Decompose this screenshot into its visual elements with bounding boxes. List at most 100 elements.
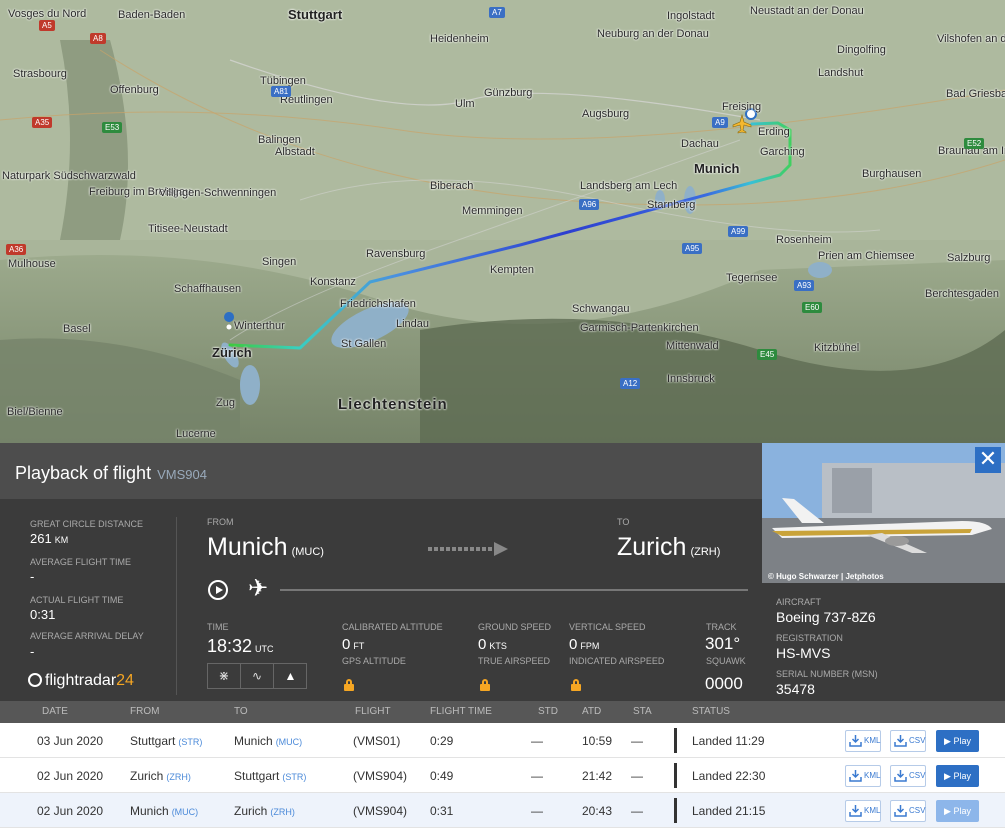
map-label: Konstanz (310, 276, 356, 288)
flightradar24-logo: flightradar24 (28, 672, 134, 690)
from-label: FROM (207, 517, 234, 527)
avg-flight-time-value: - (30, 569, 35, 584)
map-label: Bad Griesbach (946, 88, 1005, 100)
flight-map[interactable]: Stuttgart Baden-Baden Heidenheim Ingolstadt… (0, 0, 1005, 446)
row-flight-time: 0:31 (430, 804, 454, 818)
altitude-graph-button[interactable]: ▲ (274, 664, 307, 688)
map-label: Schwangau (572, 303, 630, 315)
row-flight-time: 0:29 (430, 734, 454, 748)
time-label: TIME (207, 622, 229, 632)
map-label: Schaffhausen (174, 283, 242, 295)
map-label: Neustadt an der Donau (750, 5, 864, 17)
map-label: Ulm (455, 98, 475, 110)
map-label: Salzburg (947, 252, 991, 264)
map-label: Prien am Chiemsee (818, 250, 915, 262)
download-csv-button[interactable]: CSV (890, 800, 927, 822)
map-label: Basel (63, 323, 91, 335)
map-label: Biberach (430, 180, 474, 192)
map-label: Landsberg am Lech (580, 180, 678, 192)
row-from[interactable]: Munich (MUC) (130, 804, 198, 818)
close-button[interactable]: ✕ (975, 447, 1001, 473)
logo-number: 24 (116, 672, 134, 689)
download-csv-button[interactable]: CSV (890, 765, 927, 787)
download-csv-button[interactable]: CSV (890, 730, 927, 752)
map-label: St Gallen (341, 338, 387, 350)
road-shield: A99 (728, 226, 749, 237)
download-icon (849, 770, 862, 782)
play-flight-button[interactable]: ▶ Play (936, 765, 979, 787)
indicated-airspeed-lock-icon[interactable] (571, 679, 581, 691)
road-shield: A12 (620, 378, 641, 389)
photo-credit[interactable]: © Hugo Schwarzer | Jetphotos (768, 572, 884, 581)
msn-label: SERIAL NUMBER (MSN) (776, 669, 878, 679)
column-header: DATE (42, 706, 68, 717)
row-to[interactable]: Munich (MUC) (234, 734, 302, 748)
avg-arrival-delay-value: - (30, 644, 35, 659)
table-row[interactable]: 03 Jun 2020 Stuttgart (STR) Munich (MUC) (VMS… (0, 723, 1005, 758)
map-label: Garching (760, 146, 805, 158)
gps-altitude-label: GPS ALTITUDE (342, 656, 406, 666)
map-label: Berchtesgaden (925, 288, 999, 300)
column-header: ATD (582, 706, 602, 717)
ground-speed-label: GROUND SPEED (478, 622, 552, 632)
play-flight-button[interactable]: ▶ Play (936, 730, 979, 752)
true-airspeed-lock-icon[interactable] (480, 679, 490, 691)
road-shield: E53 (102, 122, 123, 133)
download-kml-button[interactable]: KML (845, 730, 882, 752)
column-header: TO (234, 706, 248, 717)
registration-value: HS-MVS (776, 645, 831, 661)
row-from[interactable]: Stuttgart (STR) (130, 734, 202, 748)
playback-slider[interactable] (280, 589, 748, 591)
route-view-button[interactable]: ∿ (241, 664, 274, 688)
map-label: Rosenheim (776, 234, 832, 246)
play-flight-button[interactable]: ▶ Play (936, 800, 979, 822)
road-shield: A35 (32, 117, 53, 128)
distance-label: GREAT CIRCLE DISTANCE (30, 519, 144, 529)
compress-icon: ⋇ (218, 668, 230, 683)
row-to[interactable]: Zurich (ZRH) (234, 804, 295, 818)
msn-value: 35478 (776, 681, 815, 697)
table-header: DATE FROM TO FLIGHT FLIGHT TIME STD ATD STA STAT… (0, 701, 1005, 723)
download-icon (894, 770, 907, 782)
ground-speed-value: 0 KTS (478, 636, 507, 653)
map-label: Burghausen (862, 168, 922, 180)
column-header: STD (538, 706, 558, 717)
route-arrow-icon (428, 542, 513, 556)
flight-history-table: DATE FROM TO FLIGHT FLIGHT TIME STD ATD STA STAT… (0, 701, 1005, 829)
aircraft-photo[interactable]: ✕ © Hugo Schwarzer | Jetphotos (762, 443, 1005, 583)
row-sta: — (631, 804, 643, 818)
road-shield: E45 (757, 349, 778, 360)
play-button[interactable] (208, 580, 228, 600)
true-airspeed-label: TRUE AIRSPEED (478, 656, 551, 666)
table-row[interactable]: 02 Jun 2020 Munich (MUC) Zurich (ZRH) (VMS904… (0, 793, 1005, 828)
gps-altitude-lock-icon[interactable] (344, 679, 354, 691)
map-label: Freising (722, 101, 762, 113)
download-kml-button[interactable]: KML (845, 800, 882, 822)
view-mode-buttons: ⋇ ∿ ▲ (207, 663, 307, 689)
map-label: Naturpark Südschwarzwald (2, 170, 136, 182)
playback-airplane-icon[interactable]: ✈ (248, 577, 268, 601)
map-label: Balingen (258, 134, 301, 146)
row-std: — (531, 804, 543, 818)
map-label: Mittenwald (666, 340, 719, 352)
map-label: Strasbourg (13, 68, 67, 80)
map-label: Memmingen (462, 205, 523, 217)
download-icon (894, 735, 907, 747)
row-flight[interactable]: (VMS904) (353, 769, 407, 783)
row-to[interactable]: Stuttgart (STR) (234, 769, 306, 783)
row-from[interactable]: Zurich (ZRH) (130, 769, 191, 783)
map-label: Stuttgart (288, 7, 343, 22)
row-status: Landed 11:29 (692, 734, 765, 748)
row-flight[interactable]: (VMS904) (353, 804, 407, 818)
download-kml-button[interactable]: KML (845, 765, 882, 787)
vertical-speed-value: 0 FPM (569, 636, 600, 653)
actual-flight-time-value: 0:31 (30, 607, 56, 622)
table-row[interactable]: 02 Jun 2020 Zurich (ZRH) Stuttgart (STR) (VMS… (0, 758, 1005, 793)
map-label: Lucerne (176, 428, 216, 440)
row-flight[interactable]: (VMS01) (353, 734, 400, 748)
map-label: Friedrichshafen (340, 298, 416, 310)
actual-flight-time-label: ACTUAL FLIGHT TIME (30, 595, 124, 605)
map-label: Winterthur (234, 320, 285, 332)
center-view-button[interactable]: ⋇ (208, 664, 241, 688)
column-header: FLIGHT TIME (430, 706, 492, 717)
